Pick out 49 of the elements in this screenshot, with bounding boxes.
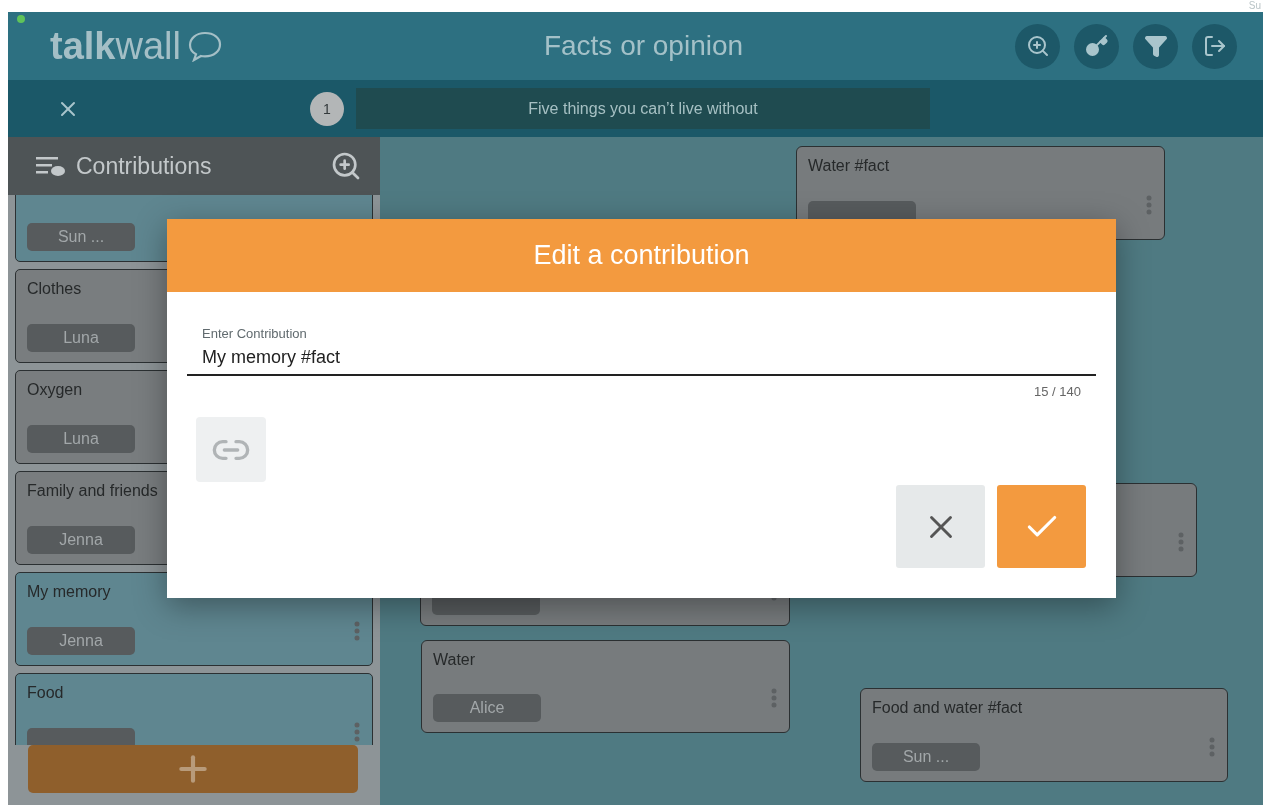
cancel-button[interactable] xyxy=(896,485,985,568)
contribution-text: Water #fact xyxy=(808,157,891,175)
author-tag: Jenna xyxy=(27,526,135,554)
zoom-in-button[interactable] xyxy=(1015,23,1060,69)
zoom-in-icon xyxy=(1025,34,1050,58)
wall-note[interactable]: Food and water #fact Sun ... xyxy=(860,688,1228,782)
author-tag: Jenna xyxy=(27,627,135,655)
character-counter: 15 / 140 xyxy=(1034,384,1081,399)
logout-button[interactable] xyxy=(1192,23,1237,69)
author-tag: Luna xyxy=(27,425,135,453)
wall-note[interactable]: Water Alice xyxy=(421,640,790,733)
link-button[interactable] xyxy=(196,417,266,482)
question-text[interactable]: Five things you can’t live without xyxy=(356,88,930,129)
contribution-text: Water xyxy=(433,651,477,669)
filter-icon xyxy=(1143,34,1168,58)
logout-icon xyxy=(1202,34,1227,58)
zoom-in-icon[interactable] xyxy=(330,150,362,182)
key-icon xyxy=(1084,34,1109,58)
confirm-button[interactable] xyxy=(997,485,1086,568)
field-label: Enter Contribution xyxy=(201,326,308,341)
contribution-text: Food xyxy=(27,684,65,702)
panel-title: Contributions xyxy=(76,152,213,180)
more-icon[interactable] xyxy=(1209,737,1215,757)
wall-title: Facts or opinion xyxy=(542,30,745,62)
author-tag: Sun ... xyxy=(27,223,135,251)
more-icon[interactable] xyxy=(354,621,360,641)
contribution-text: Family and friends xyxy=(27,482,159,500)
contribution-text: Clothes xyxy=(27,280,83,298)
status-dot xyxy=(17,15,25,23)
filter-button[interactable] xyxy=(1133,23,1178,69)
contribution-text: My memory xyxy=(27,583,112,601)
dialog-title: Edit a contribution xyxy=(167,219,1116,292)
contribution-card[interactable]: Food xyxy=(15,673,373,745)
contribution-text: Oxygen xyxy=(27,381,84,399)
add-button[interactable] xyxy=(28,745,358,793)
list-icon xyxy=(36,155,66,177)
author-tag: Luna xyxy=(27,324,135,352)
more-icon[interactable] xyxy=(1178,532,1184,552)
more-icon[interactable] xyxy=(1146,195,1152,215)
author-tag: Sun ... xyxy=(872,743,980,771)
contribution-text: Food and water #fact xyxy=(872,699,1024,717)
author-tag: Alice xyxy=(433,694,541,722)
more-icon[interactable] xyxy=(771,688,777,708)
logo: talkwall xyxy=(50,24,470,68)
question-number: 1 xyxy=(310,91,344,126)
key-button[interactable] xyxy=(1074,23,1119,69)
more-icon[interactable] xyxy=(354,722,360,742)
contribution-field[interactable]: My memory #fact xyxy=(187,347,1096,376)
corner-text: Su xyxy=(1248,0,1261,11)
